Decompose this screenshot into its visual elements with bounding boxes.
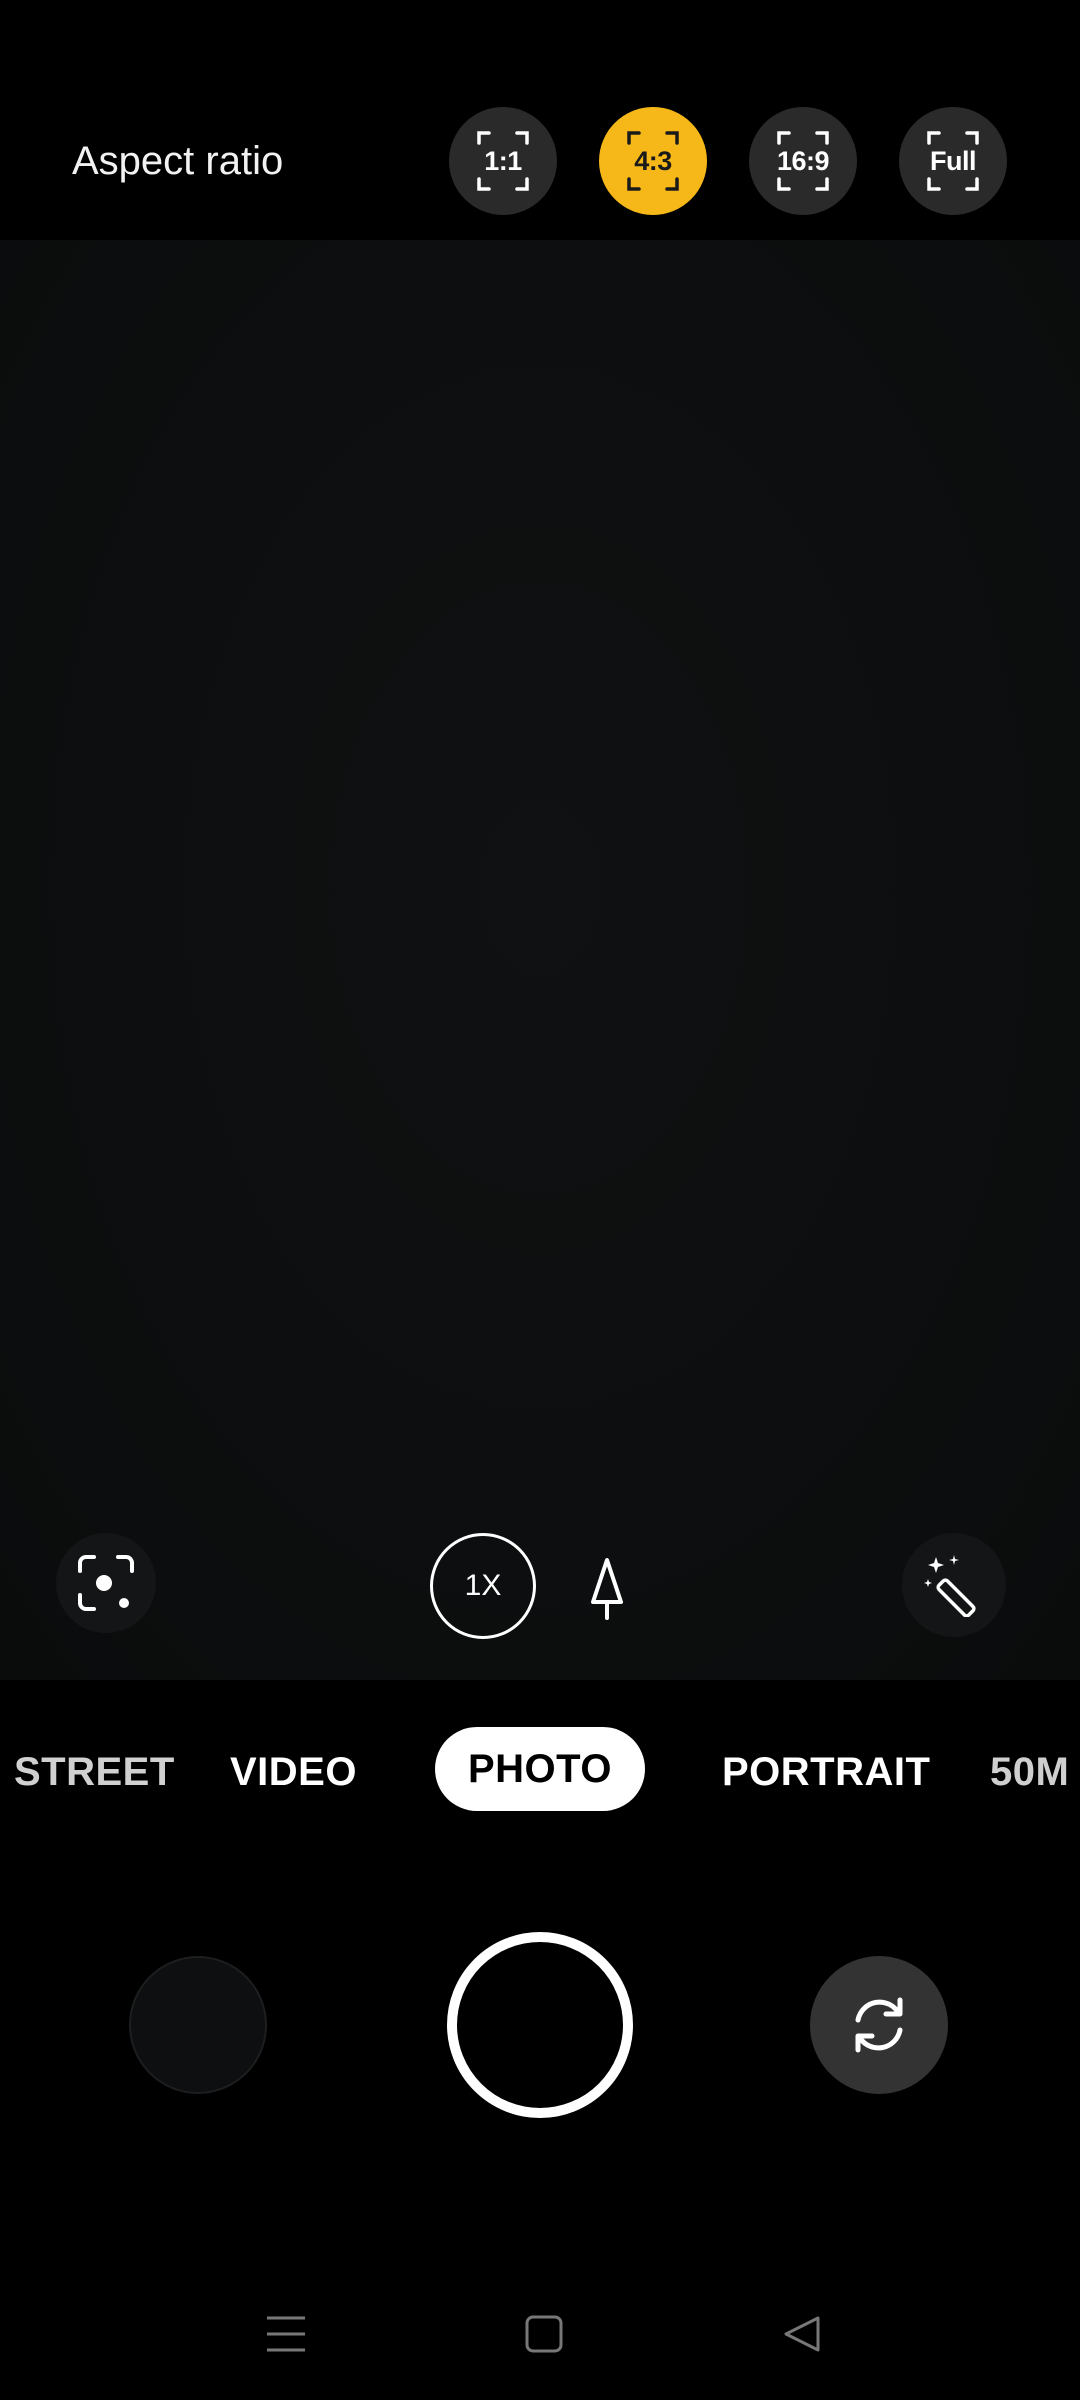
shutter-button[interactable]: [447, 1932, 633, 2118]
mode-portrait[interactable]: PORTRAIT: [722, 1752, 930, 1792]
tree-icon: [591, 1558, 623, 1620]
ratio-label: 1:1: [484, 145, 522, 176]
zoom-1x-button[interactable]: 1X: [430, 1533, 536, 1639]
mode-street[interactable]: STREET: [14, 1752, 175, 1792]
ratio-label: 4:3: [634, 145, 672, 176]
zoom-label: 1X: [464, 1569, 502, 1602]
flip-camera-button[interactable]: [810, 1956, 948, 2094]
camera-mode-strip: STREET VIDEO PHOTO PORTRAIT 50M: [0, 1700, 1080, 1840]
gallery-thumbnail[interactable]: [129, 1956, 267, 2094]
ratio-label: 16:9: [776, 145, 830, 176]
home-square-icon: [525, 2315, 563, 2353]
aspect-ratio-bar: Aspect ratio 1:1 4:3 16:9 Full: [0, 0, 1080, 240]
camera-flip-icon: [855, 1997, 903, 2053]
lens-scan-button[interactable]: [56, 1533, 156, 1633]
ratio-button-16-9[interactable]: 16:9: [749, 107, 857, 215]
ai-scene-button[interactable]: [902, 1533, 1006, 1637]
ratio-button-1-1[interactable]: 1:1: [449, 107, 557, 215]
ratio-label: Full: [930, 145, 977, 176]
mode-50m[interactable]: 50M: [990, 1752, 1069, 1792]
tree-mode-button[interactable]: [575, 1550, 639, 1626]
menu-icon: [267, 2316, 305, 2352]
nav-home-button[interactable]: [520, 2310, 568, 2358]
ratio-button-4-3[interactable]: 4:3: [599, 107, 707, 215]
magic-wand-icon: [924, 1555, 976, 1617]
mode-photo[interactable]: PHOTO: [435, 1727, 645, 1811]
mode-video[interactable]: VIDEO: [230, 1752, 357, 1792]
scan-lens-icon: [78, 1555, 134, 1611]
ratio-button-full[interactable]: Full: [899, 107, 1007, 215]
nav-recents-button[interactable]: [262, 2310, 310, 2358]
camera-viewfinder[interactable]: [0, 240, 1080, 1680]
back-triangle-icon: [784, 2316, 820, 2352]
aspect-ratio-label: Aspect ratio: [72, 139, 284, 183]
nav-back-button[interactable]: [778, 2310, 826, 2358]
